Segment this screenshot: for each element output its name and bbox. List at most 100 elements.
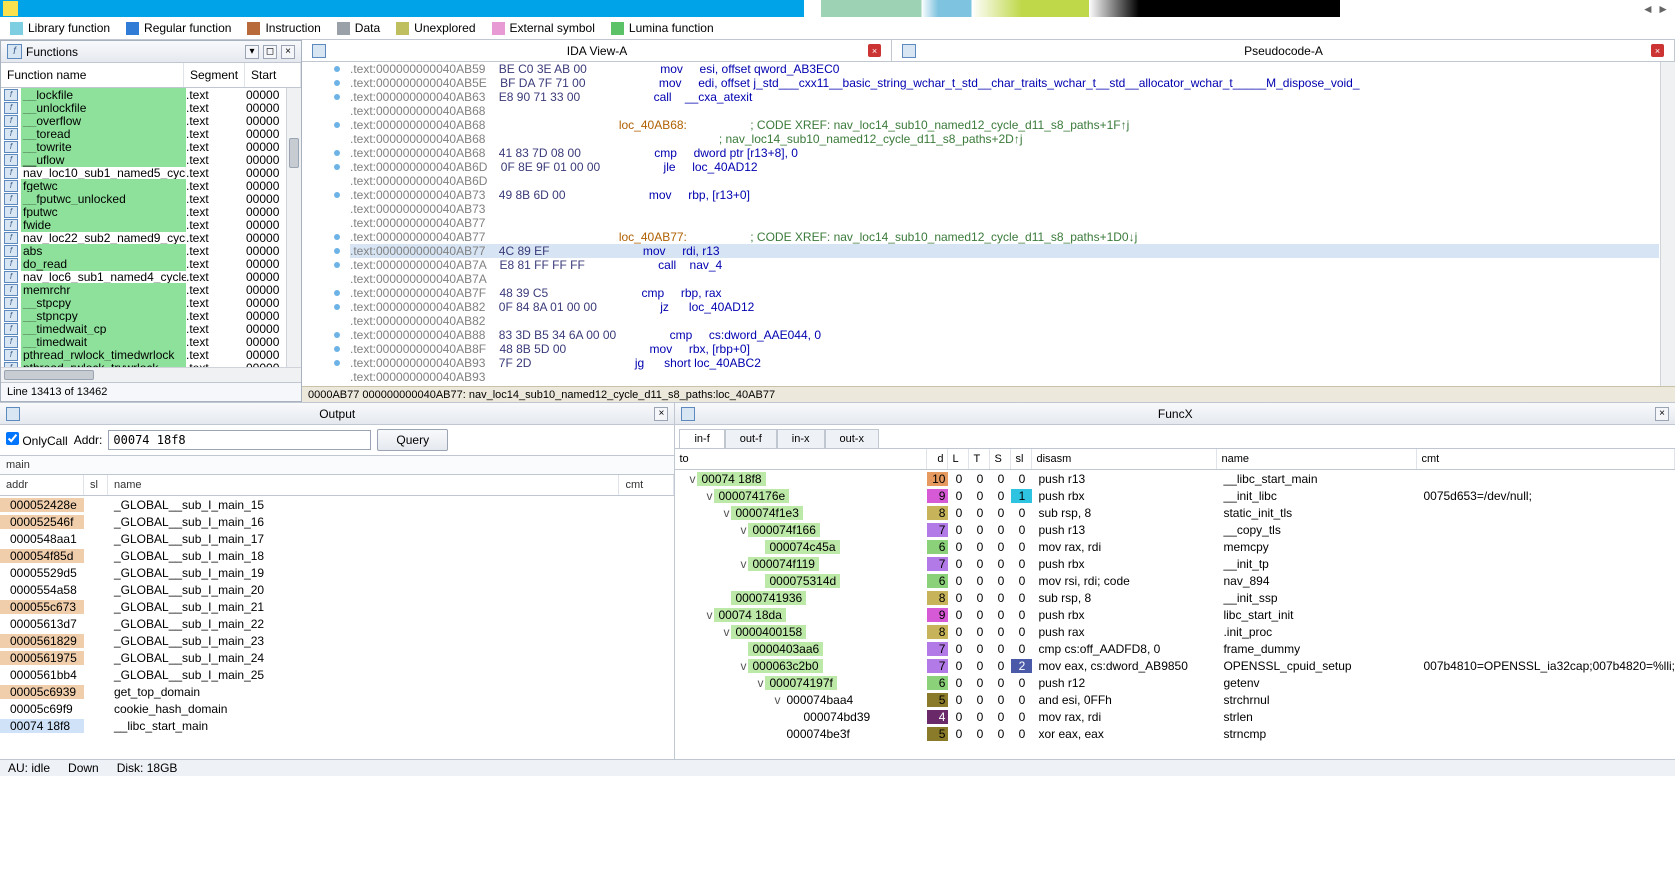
function-row[interactable]: fpthread_rwlock_timedwrlock.text00000 bbox=[1, 348, 301, 361]
col-disasm[interactable]: disasm bbox=[1032, 449, 1217, 469]
function-row[interactable]: f__uflow.text00000 bbox=[1, 153, 301, 166]
tree-toggle-icon[interactable]: v bbox=[721, 625, 731, 639]
functions-columns[interactable]: Function name Segment Start bbox=[1, 63, 301, 88]
tree-toggle-icon[interactable]: v bbox=[738, 659, 748, 673]
output-row[interactable]: 0000561975_GLOBAL__sub_I_main_24 bbox=[0, 649, 674, 666]
funcx-row[interactable]: 000074193680000sub rsp, 8__init_ssp bbox=[675, 589, 1675, 606]
panel-undock-button[interactable]: ◻ bbox=[263, 45, 277, 59]
funcx-row[interactable]: 000074be3f50000xor eax, eaxstrncmp bbox=[675, 725, 1675, 742]
funcx-row[interactable]: v00074 18f8100000push r13__libc_start_ma… bbox=[675, 470, 1675, 487]
output-row[interactable]: 0000554a58_GLOBAL__sub_I_main_20 bbox=[0, 581, 674, 598]
panel-close-button[interactable]: × bbox=[281, 45, 295, 59]
tab-close-button[interactable]: × bbox=[1651, 44, 1664, 57]
function-row[interactable]: fnav_loc6_sub1_named4_cycle_0.text00000 bbox=[1, 270, 301, 283]
disasm-row[interactable]: .text:000000000040AB59 BE C0 3E AB 00 mo… bbox=[350, 62, 1659, 76]
col-segment[interactable]: Segment bbox=[184, 63, 245, 87]
output-row[interactable]: 00005529d5_GLOBAL__sub_I_main_19 bbox=[0, 564, 674, 581]
output-row[interactable]: 00005c6939get_top_domain bbox=[0, 683, 674, 700]
output-row[interactable]: 000054f85d_GLOBAL__sub_I_main_18 bbox=[0, 547, 674, 564]
disasm-row[interactable]: .text:000000000040AB63 E8 90 71 33 00 ca… bbox=[350, 90, 1659, 104]
function-row[interactable]: f__fputwc_unlocked.text00000 bbox=[1, 192, 301, 205]
funcx-row[interactable]: 000074c45a60000mov rax, rdimemcpy bbox=[675, 538, 1675, 555]
col-name[interactable]: name bbox=[108, 475, 619, 495]
query-button[interactable]: Query bbox=[377, 429, 448, 451]
col-cmt[interactable]: cmt bbox=[1417, 449, 1675, 469]
funcx-row[interactable]: v000074baa450000and esi, 0FFhstrchrnul bbox=[675, 691, 1675, 708]
output-row[interactable]: 000055c673_GLOBAL__sub_I_main_21 bbox=[0, 598, 674, 615]
disasm-row[interactable]: .text:000000000040AB6D 0F 8E 9F 01 00 00… bbox=[350, 160, 1659, 174]
function-row[interactable]: fnav_loc10_sub1_named5_cycle.text00000 bbox=[1, 166, 301, 179]
function-row[interactable]: f__stpncpy.text00000 bbox=[1, 309, 301, 322]
output-list[interactable]: 000052428e_GLOBAL__sub_I_main_1500005254… bbox=[0, 496, 674, 759]
function-row[interactable]: fmemrchr.text00000 bbox=[1, 283, 301, 296]
output-row[interactable]: 0000561bb4_GLOBAL__sub_I_main_25 bbox=[0, 666, 674, 683]
output-row[interactable]: 000052428e_GLOBAL__sub_I_main_15 bbox=[0, 496, 674, 513]
output-columns[interactable]: addr sl name cmt bbox=[0, 475, 674, 496]
funcx-row[interactable]: v000074176e90001push rbx__init_libc0075d… bbox=[675, 487, 1675, 504]
disasm-view[interactable]: .text:000000000040AB59 BE C0 3E AB 00 mo… bbox=[302, 62, 1675, 402]
tab-pseudocode[interactable]: Pseudocode-A × bbox=[892, 40, 1675, 61]
function-row[interactable]: f__timedwait_cp.text00000 bbox=[1, 322, 301, 335]
function-row[interactable]: ffwide.text00000 bbox=[1, 218, 301, 231]
funcx-row[interactable]: 000075314d60000mov rsi, rdi; codenav_894 bbox=[675, 572, 1675, 589]
function-row[interactable]: ffputwc.text00000 bbox=[1, 205, 301, 218]
function-row[interactable]: fdo_read.text00000 bbox=[1, 257, 301, 270]
function-row[interactable]: fnav_loc22_sub2_named9_cycle.text00000 bbox=[1, 231, 301, 244]
col-start[interactable]: Start bbox=[245, 63, 301, 87]
functions-hscroll[interactable] bbox=[1, 367, 301, 382]
col-d[interactable]: d bbox=[927, 449, 948, 469]
funcx-tab[interactable]: in-x bbox=[777, 429, 825, 448]
disasm-row[interactable]: .text:000000000040AB77 4C 89 EF mov rdi,… bbox=[350, 244, 1659, 258]
output-row[interactable]: 00074 18f8__libc_start_main bbox=[0, 717, 674, 734]
disasm-row[interactable]: .text:000000000040AB68 41 83 7D 08 00 cm… bbox=[350, 146, 1659, 160]
funcx-row[interactable]: v00074 18da90000push rbxlibc_start_init bbox=[675, 606, 1675, 623]
disasm-row[interactable]: .text:000000000040AB6D bbox=[350, 174, 1659, 188]
funcx-row[interactable]: v000074f16670000push r13__copy_tls bbox=[675, 521, 1675, 538]
disasm-row[interactable]: .text:000000000040AB73 49 8B 6D 00 mov r… bbox=[350, 188, 1659, 202]
output-row[interactable]: 000052546f_GLOBAL__sub_I_main_16 bbox=[0, 513, 674, 530]
disasm-row[interactable]: .text:000000000040AB68 bbox=[350, 104, 1659, 118]
col-L[interactable]: L bbox=[948, 449, 969, 469]
output-row[interactable]: 0000548aa1_GLOBAL__sub_I_main_17 bbox=[0, 530, 674, 547]
disasm-row[interactable]: .text:000000000040AB82 0F 84 8A 01 00 00… bbox=[350, 300, 1659, 314]
function-row[interactable]: f__unlockfile.text00000 bbox=[1, 101, 301, 114]
col-sl[interactable]: sl bbox=[1011, 449, 1032, 469]
col-name[interactable]: name bbox=[1217, 449, 1417, 469]
panel-close-button[interactable]: × bbox=[1655, 407, 1669, 421]
nav-arrows[interactable]: ◄ ► bbox=[1642, 0, 1675, 17]
function-row[interactable]: f__timedwait.text00000 bbox=[1, 335, 301, 348]
col-cmt[interactable]: cmt bbox=[619, 475, 674, 495]
function-row[interactable]: ffgetwc.text00000 bbox=[1, 179, 301, 192]
col-T[interactable]: T bbox=[969, 449, 990, 469]
tree-toggle-icon[interactable]: v bbox=[755, 676, 765, 690]
panel-close-button[interactable]: × bbox=[654, 407, 668, 421]
tab-close-button[interactable]: × bbox=[868, 44, 881, 57]
tree-toggle-icon[interactable]: v bbox=[738, 523, 748, 537]
tree-toggle-icon[interactable]: v bbox=[704, 608, 714, 622]
function-row[interactable]: f__towrite.text00000 bbox=[1, 140, 301, 153]
output-row[interactable]: 00005c69f9cookie_hash_domain bbox=[0, 700, 674, 717]
funcx-row[interactable]: v000074f1e380000sub rsp, 8static_init_tl… bbox=[675, 504, 1675, 521]
disasm-row[interactable]: .text:000000000040AB8F 48 8B 5D 00 mov r… bbox=[350, 342, 1659, 356]
addr-input[interactable] bbox=[108, 430, 371, 450]
disasm-row[interactable]: .text:000000000040AB68 loc_40AB68: ; COD… bbox=[350, 118, 1659, 132]
functions-list[interactable]: f__lockfile.text00000f__unlockfile.text0… bbox=[1, 88, 301, 367]
disasm-row[interactable]: .text:000000000040AB7A E8 81 FF FF FF ca… bbox=[350, 258, 1659, 272]
col-addr[interactable]: addr bbox=[0, 475, 84, 495]
tree-toggle-icon[interactable]: v bbox=[772, 693, 782, 707]
output-row[interactable]: 0000561829_GLOBAL__sub_I_main_23 bbox=[0, 632, 674, 649]
disasm-row[interactable]: .text:000000000040AB77 loc_40AB77: ; COD… bbox=[350, 230, 1659, 244]
disasm-row[interactable]: .text:000000000040AB77 bbox=[350, 216, 1659, 230]
disasm-row[interactable]: .text:000000000040AB68 ; nav_loc14_sub10… bbox=[350, 132, 1659, 146]
disasm-row[interactable]: .text:000000000040AB5E BF DA 7F 71 00 mo… bbox=[350, 76, 1659, 90]
disasm-row[interactable]: .text:000000000040AB88 83 3D B5 34 6A 00… bbox=[350, 328, 1659, 342]
disasm-row[interactable]: .text:000000000040AB7A bbox=[350, 272, 1659, 286]
funcx-row[interactable]: 0000403aa670000cmp cs:off_AADFD8, 0frame… bbox=[675, 640, 1675, 657]
col-sl[interactable]: sl bbox=[84, 475, 108, 495]
funcx-row[interactable]: v000063c2b070002mov eax, cs:dword_AB9850… bbox=[675, 657, 1675, 674]
disasm-vscroll[interactable] bbox=[1660, 62, 1675, 402]
function-row[interactable]: f__overflow.text00000 bbox=[1, 114, 301, 127]
funcx-list[interactable]: v00074 18f8100000push r13__libc_start_ma… bbox=[675, 470, 1675, 759]
function-row[interactable]: fabs.text00000 bbox=[1, 244, 301, 257]
functions-vscroll[interactable] bbox=[286, 88, 301, 367]
